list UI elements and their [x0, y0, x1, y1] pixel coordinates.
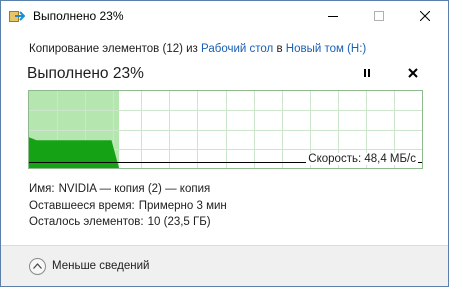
- source-link[interactable]: Рабочий стол: [201, 43, 273, 55]
- speed-label: Скорость: 48,4 МБ/с: [306, 153, 418, 165]
- name-label: Имя:: [29, 183, 55, 195]
- name-value: NVIDIA — копия (2) — копия: [58, 183, 211, 195]
- progress-header: Копирование элементов (12) из Рабочий ст…: [1, 32, 448, 86]
- time-remaining-value: Примерно 3 мин: [138, 199, 227, 212]
- progress-title: Выполнено 23%: [27, 65, 144, 82]
- operation-prefix: Копирование элементов (12) из: [29, 43, 198, 55]
- operation-description: Копирование элементов (12) из Рабочий ст…: [29, 43, 366, 55]
- fewer-details-button[interactable]: Меньше сведений: [29, 255, 149, 277]
- footer: Меньше сведений: [1, 245, 448, 286]
- items-remaining-value: 10 (23,5 ГБ): [147, 216, 211, 228]
- file-copy-icon: [9, 9, 26, 23]
- detail-items-row: Осталось элементов: 10 (23,5 ГБ): [29, 214, 227, 231]
- destination-link[interactable]: Новый том (H:): [286, 43, 367, 55]
- copy-dialog: Выполнено 23% Копирование элементов (12)…: [0, 0, 449, 287]
- close-icon: [419, 8, 431, 26]
- cancel-icon: [408, 65, 418, 83]
- operation-middle: в: [276, 43, 283, 55]
- chevron-up-icon: [29, 257, 46, 275]
- title-bar[interactable]: Выполнено 23%: [1, 1, 448, 32]
- maximize-button[interactable]: [356, 1, 402, 32]
- close-button[interactable]: [402, 1, 448, 32]
- pause-button[interactable]: [358, 65, 376, 83]
- pause-icon: [362, 65, 372, 83]
- detail-name-row: Имя: NVIDIA — копия (2) — копия: [29, 181, 227, 198]
- details-panel: Имя: NVIDIA — копия (2) — копия Оставшеес…: [29, 181, 227, 231]
- time-remaining-label: Оставшееся время:: [29, 199, 135, 212]
- fewer-details-label: Меньше сведений: [52, 260, 150, 272]
- speed-graph: Скорость: 48,4 МБ/с: [28, 90, 423, 169]
- speed-history-area: [29, 137, 119, 168]
- window-title: Выполнено 23%: [33, 9, 124, 23]
- detail-time-row: Оставшееся время: Примерно 3 мин: [29, 198, 227, 215]
- items-remaining-label: Осталось элементов:: [29, 216, 144, 228]
- maximize-icon: [374, 8, 384, 26]
- cancel-button[interactable]: [404, 65, 422, 83]
- minimize-button[interactable]: [310, 1, 356, 32]
- minimize-icon: [328, 8, 338, 26]
